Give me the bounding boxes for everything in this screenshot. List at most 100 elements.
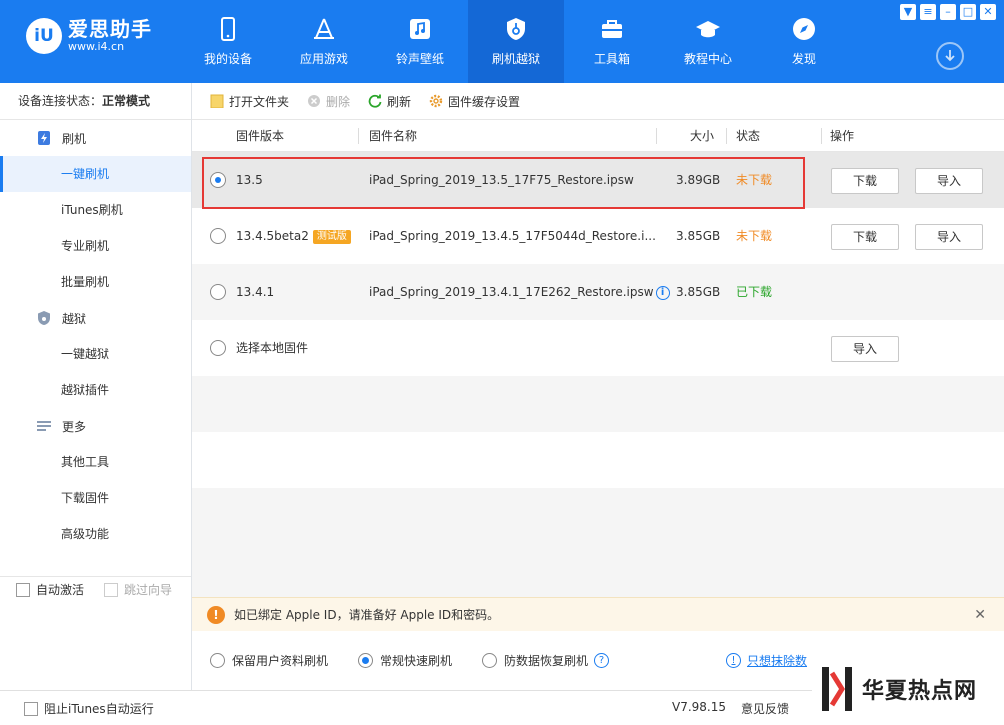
shield-icon bbox=[38, 311, 50, 325]
empty-row bbox=[192, 544, 1004, 597]
sidebar: 设备连接状态：正常模式 刷机 一键刷机 iTunes刷机 专业刷机 批量刷机 越… bbox=[0, 83, 192, 725]
block-itunes-checkbox[interactable]: 阻止iTunes自动运行 bbox=[24, 700, 154, 717]
phone-icon bbox=[221, 17, 235, 41]
download-button[interactable]: 下载 bbox=[831, 168, 899, 194]
import-button[interactable]: 导入 bbox=[915, 168, 983, 194]
info-icon: ! bbox=[726, 653, 741, 668]
nav-my-device[interactable]: 我的设备 bbox=[180, 0, 276, 83]
window-controls: ▼ ≡ – □ ✕ bbox=[900, 4, 996, 20]
version-label: V7.98.15 bbox=[672, 700, 727, 714]
firmware-name: iPad_Spring_2019_13.4.5_17F5044d_Restore… bbox=[369, 229, 656, 243]
col-status: 状态 bbox=[736, 129, 761, 143]
mode-radio[interactable] bbox=[482, 652, 498, 668]
app-name: 爱思助手 bbox=[68, 17, 152, 41]
beta-badge: 测试版 bbox=[312, 230, 351, 244]
sidebar-item-other-tools[interactable]: 其他工具 bbox=[0, 444, 191, 480]
sidebar-item-jailbreak-plugins[interactable]: 越狱插件 bbox=[0, 372, 191, 408]
sidebar-item-batch-flash[interactable]: 批量刷机 bbox=[0, 264, 191, 300]
sidebar-group-jailbreak[interactable]: 越狱 bbox=[0, 300, 191, 336]
mode-anti-recovery[interactable]: 防数据恢复刷机? bbox=[482, 652, 610, 669]
shield-icon bbox=[507, 18, 525, 40]
watermark-text: 华夏热点网 bbox=[862, 678, 978, 704]
toolbar: 打开文件夹 删除 刷新 固件缓存设置 bbox=[192, 83, 1004, 120]
top-bar: iU 爱思助手 www.i4.cn 我的设备 应用游戏 铃声壁纸 刷机越狱 工具… bbox=[0, 0, 1004, 83]
app-logo: iU 爱思助手 www.i4.cn bbox=[26, 18, 152, 54]
row-radio[interactable] bbox=[210, 340, 226, 356]
help-icon[interactable]: ? bbox=[594, 652, 610, 668]
import-button[interactable]: 导入 bbox=[915, 224, 983, 250]
row-radio[interactable] bbox=[210, 228, 226, 244]
mode-radio[interactable] bbox=[358, 652, 374, 668]
close-icon[interactable]: ✕ bbox=[974, 607, 986, 623]
firmware-size: 3.85GB bbox=[676, 285, 721, 299]
watermark: 华夏热点网 bbox=[812, 652, 1004, 725]
notice-text: 如已绑定 Apple ID，请准备好 Apple ID和密码。 bbox=[234, 608, 500, 622]
row-radio[interactable] bbox=[210, 284, 226, 300]
maximize-icon[interactable]: □ bbox=[960, 4, 976, 20]
watermark-logo-icon bbox=[822, 666, 852, 711]
info-icon[interactable]: i bbox=[655, 286, 670, 300]
sidebar-item-itunes-flash[interactable]: iTunes刷机 bbox=[0, 192, 191, 228]
skip-guide-checkbox[interactable]: 跳过向导 bbox=[104, 581, 172, 598]
nav-tutorials[interactable]: 教程中心 bbox=[660, 0, 756, 83]
delete-button[interactable]: 删除 bbox=[307, 93, 350, 110]
mode-normal-fast[interactable]: 常规快速刷机 bbox=[358, 652, 452, 669]
nav-flash-jailbreak[interactable]: 刷机越狱 bbox=[468, 0, 564, 83]
firmware-row[interactable]: 13.4.1 iPad_Spring_2019_13.4.1_17E262_Re… bbox=[192, 264, 1004, 320]
sidebar-divider bbox=[0, 576, 191, 577]
sidebar-item-download-firmware[interactable]: 下载固件 bbox=[0, 480, 191, 516]
minimize-icon[interactable]: – bbox=[940, 4, 956, 20]
cache-settings-button[interactable]: 固件缓存设置 bbox=[429, 93, 520, 110]
apple-id-notice: ! 如已绑定 Apple ID，请准备好 Apple ID和密码。 ✕ bbox=[192, 597, 1004, 631]
firmware-name: iPad_Spring_2019_13.4.1_17E262_Restore.i… bbox=[369, 285, 654, 299]
sidebar-item-pro-flash[interactable]: 专业刷机 bbox=[0, 228, 191, 264]
sidebar-group-flash[interactable]: 刷机 bbox=[0, 120, 191, 156]
local-firmware-label: 选择本地固件 bbox=[236, 341, 309, 355]
main-nav: 我的设备 应用游戏 铃声壁纸 刷机越狱 工具箱 教程中心 发现 bbox=[180, 0, 852, 83]
graduation-cap-icon bbox=[696, 21, 720, 38]
empty-row bbox=[192, 376, 1004, 432]
sidebar-item-advanced[interactable]: 高级功能 bbox=[0, 516, 191, 552]
refresh-icon bbox=[368, 94, 382, 108]
erase-only-link[interactable]: ! 只想抹除数 bbox=[726, 652, 807, 669]
gear-icon bbox=[429, 94, 443, 108]
flash-icon bbox=[38, 131, 50, 145]
menu-lines-icon bbox=[37, 421, 51, 431]
shirt-icon[interactable]: ▼ bbox=[900, 4, 916, 20]
col-version: 固件版本 bbox=[236, 129, 285, 143]
firmware-size: 3.85GB bbox=[676, 229, 721, 243]
firmware-row[interactable]: 13.4.5beta2 测试版 iPad_Spring_2019_13.4.5_1… bbox=[192, 208, 1004, 264]
download-circle-icon[interactable] bbox=[936, 42, 964, 70]
local-firmware-row[interactable]: 选择本地固件 导入 bbox=[192, 320, 1004, 376]
firmware-version: 13.4.1 bbox=[236, 285, 275, 299]
mode-keep-data[interactable]: 保留用户资料刷机 bbox=[210, 652, 328, 669]
col-name: 固件名称 bbox=[369, 129, 418, 143]
firmware-status: 未下载 bbox=[736, 229, 773, 243]
import-button[interactable]: 导入 bbox=[831, 336, 899, 362]
close-icon[interactable]: ✕ bbox=[980, 4, 996, 20]
highlight-box bbox=[202, 157, 805, 209]
menu-icon[interactable]: ≡ bbox=[920, 4, 936, 20]
music-icon bbox=[410, 19, 430, 39]
nav-ringtones-wallpapers[interactable]: 铃声壁纸 bbox=[372, 0, 468, 83]
folder-icon bbox=[210, 94, 224, 108]
sidebar-item-one-click-jailbreak[interactable]: 一键越狱 bbox=[0, 336, 191, 372]
nav-apps-games[interactable]: 应用游戏 bbox=[276, 0, 372, 83]
feedback-link[interactable]: 意见反馈 bbox=[741, 700, 789, 717]
nav-discover[interactable]: 发现 bbox=[756, 0, 852, 83]
delete-icon bbox=[308, 95, 321, 107]
auto-activate-checkbox[interactable]: 自动激活 bbox=[16, 581, 84, 598]
mode-radio[interactable] bbox=[210, 652, 225, 668]
logo-mark: iU bbox=[26, 18, 62, 54]
col-size: 大小 bbox=[690, 129, 715, 143]
sidebar-group-more[interactable]: 更多 bbox=[0, 408, 191, 444]
app-url: www.i4.cn bbox=[68, 40, 125, 53]
col-action: 操作 bbox=[830, 129, 855, 143]
empty-row bbox=[192, 432, 1004, 488]
refresh-button[interactable]: 刷新 bbox=[368, 93, 411, 110]
download-button[interactable]: 下载 bbox=[831, 224, 899, 250]
sidebar-item-one-click-flash[interactable]: 一键刷机 bbox=[0, 156, 191, 192]
open-folder-button[interactable]: 打开文件夹 bbox=[210, 93, 289, 110]
nav-toolbox[interactable]: 工具箱 bbox=[564, 0, 660, 83]
compass-icon bbox=[793, 18, 815, 40]
